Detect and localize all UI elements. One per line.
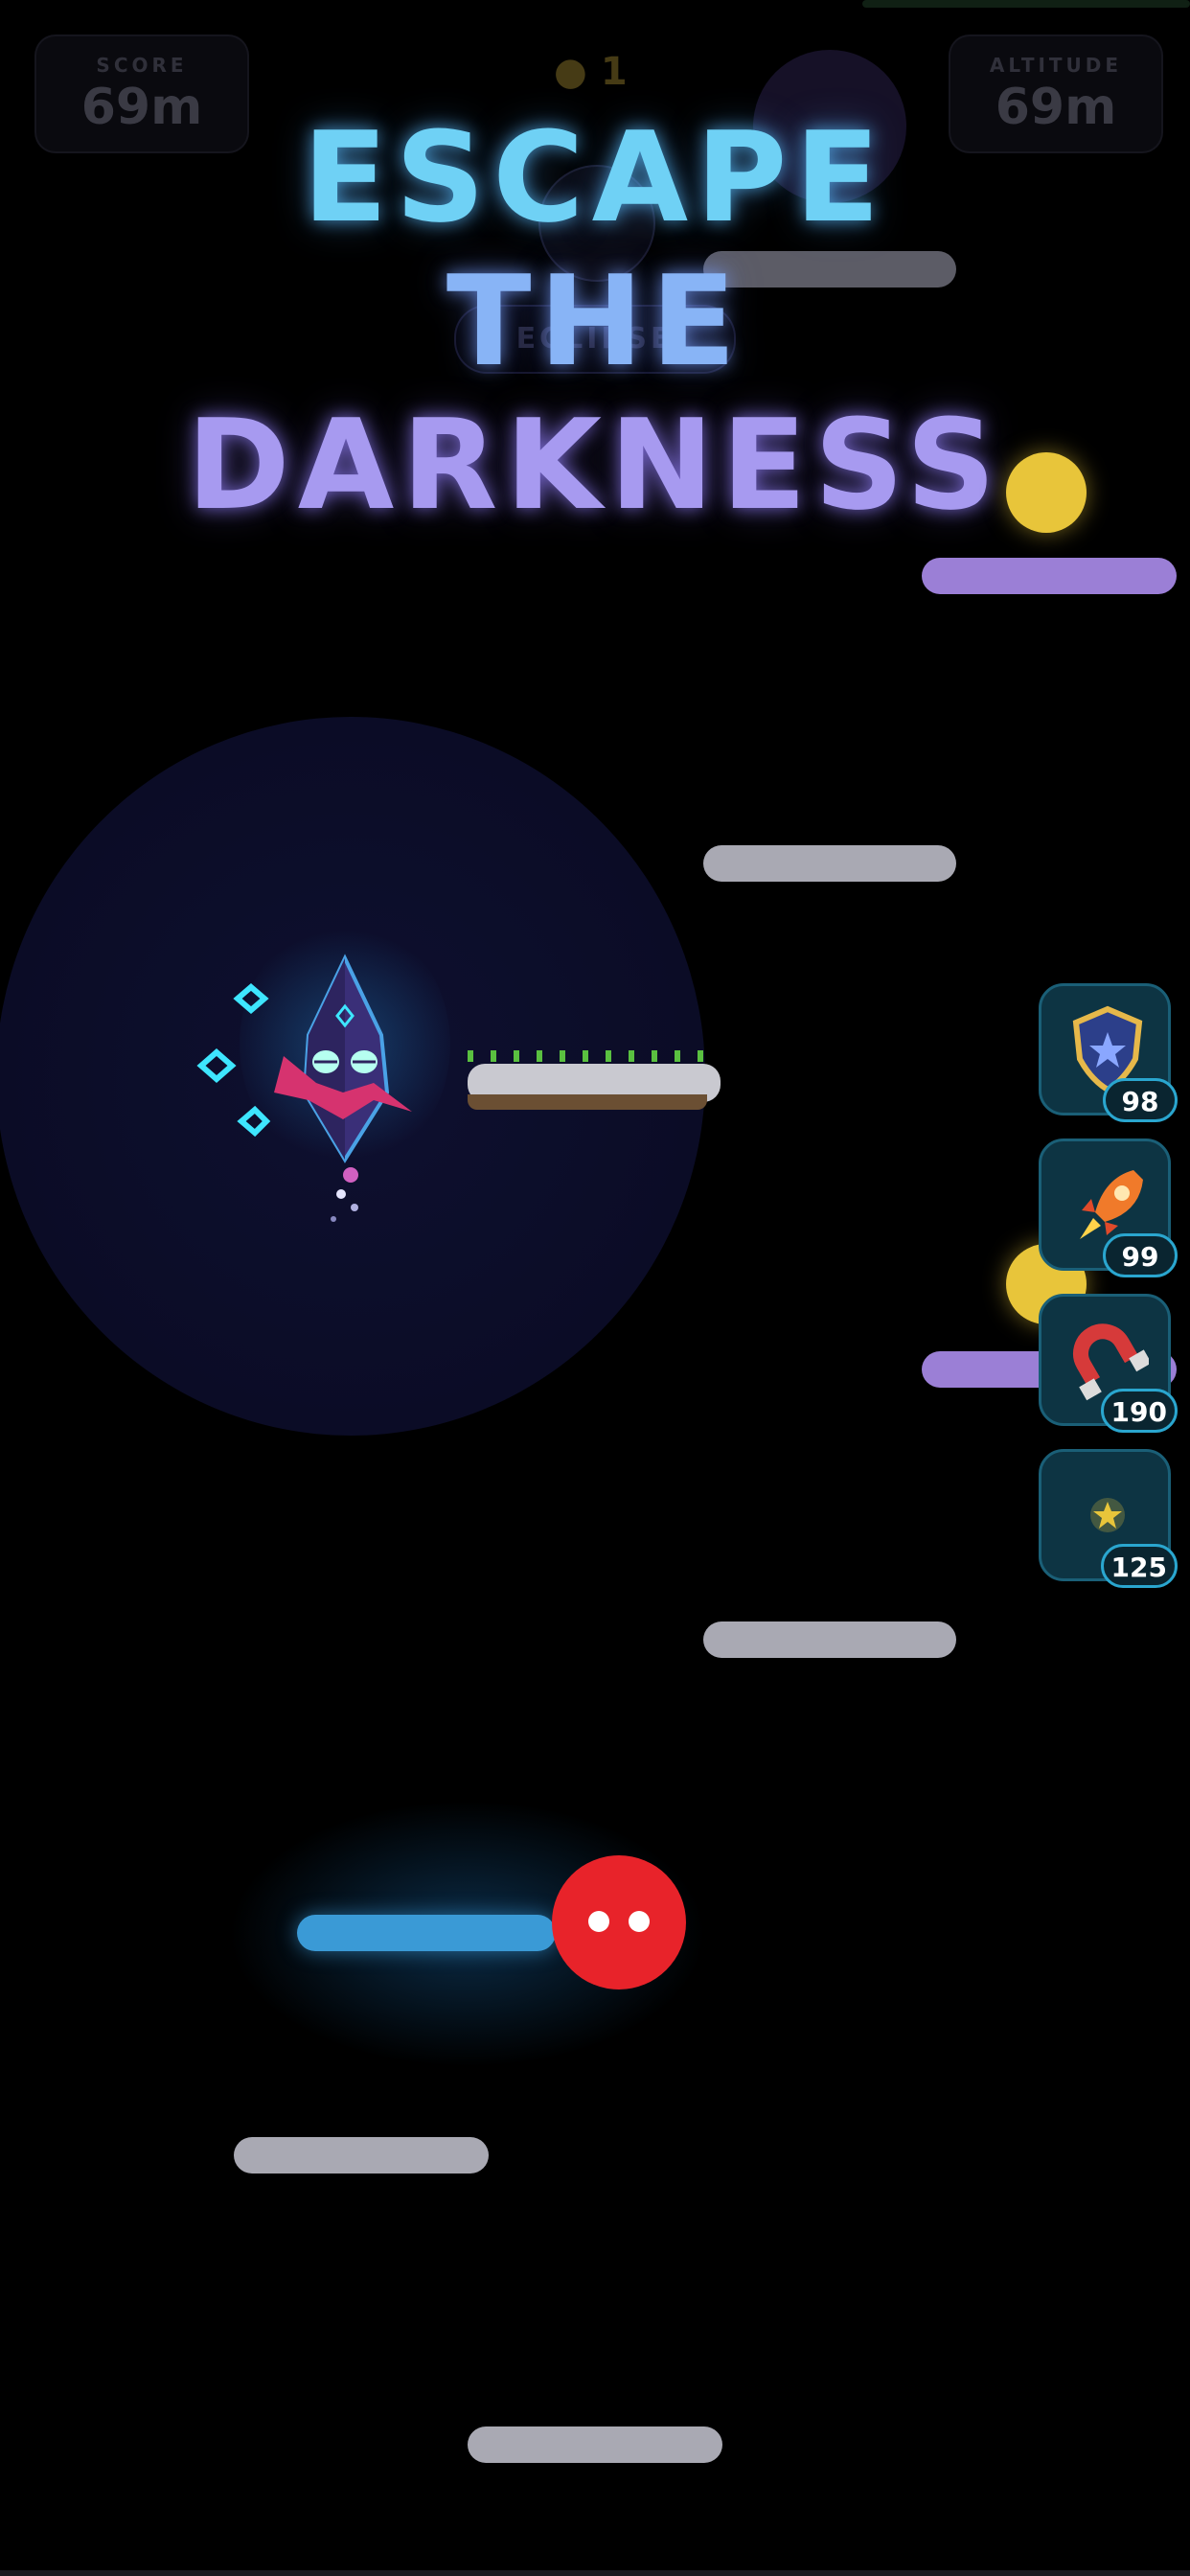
coin-count: 1	[600, 50, 628, 94]
coin-icon: ●	[554, 50, 587, 94]
bottom-edge	[0, 2570, 1190, 2576]
platform	[703, 1622, 956, 1658]
platform-purple	[922, 558, 1177, 594]
title-line-2: THE	[446, 248, 744, 394]
title-line-1: ESCAPE	[302, 104, 888, 250]
score-label: SCORE	[96, 54, 188, 77]
magnet-count: 190	[1100, 1389, 1178, 1433]
top-progress-bar	[862, 0, 1190, 8]
powerup-magnet-button[interactable]: 190	[1039, 1294, 1178, 1433]
red-enemy	[552, 1855, 686, 1990]
player-character	[196, 954, 412, 1222]
platform	[234, 2137, 489, 2174]
platform	[703, 845, 956, 882]
powerup-rocket-button[interactable]: 99	[1039, 1138, 1178, 1277]
powerup-shield-button[interactable]: 98	[1039, 983, 1178, 1122]
coin-counter: ● 1	[554, 50, 628, 94]
grass-platform	[468, 1050, 721, 1117]
powerup-star-button[interactable]: 125	[1039, 1449, 1178, 1588]
game-canvas[interactable]: SCORE 69m ALTITUDE 69m ● 1 ECLIPSE ESCAP…	[0, 0, 1190, 2576]
platform-blue	[297, 1915, 556, 1951]
star-count: 125	[1100, 1544, 1178, 1588]
enemy-eye	[629, 1911, 650, 1932]
rocket-count: 99	[1103, 1233, 1178, 1277]
title-line-3: DARKNESS	[186, 392, 1004, 538]
coin	[1006, 452, 1087, 533]
altitude-label: ALTITUDE	[989, 54, 1123, 77]
shield-count: 98	[1103, 1078, 1178, 1122]
platform	[468, 2426, 722, 2463]
enemy-eye	[588, 1911, 609, 1932]
